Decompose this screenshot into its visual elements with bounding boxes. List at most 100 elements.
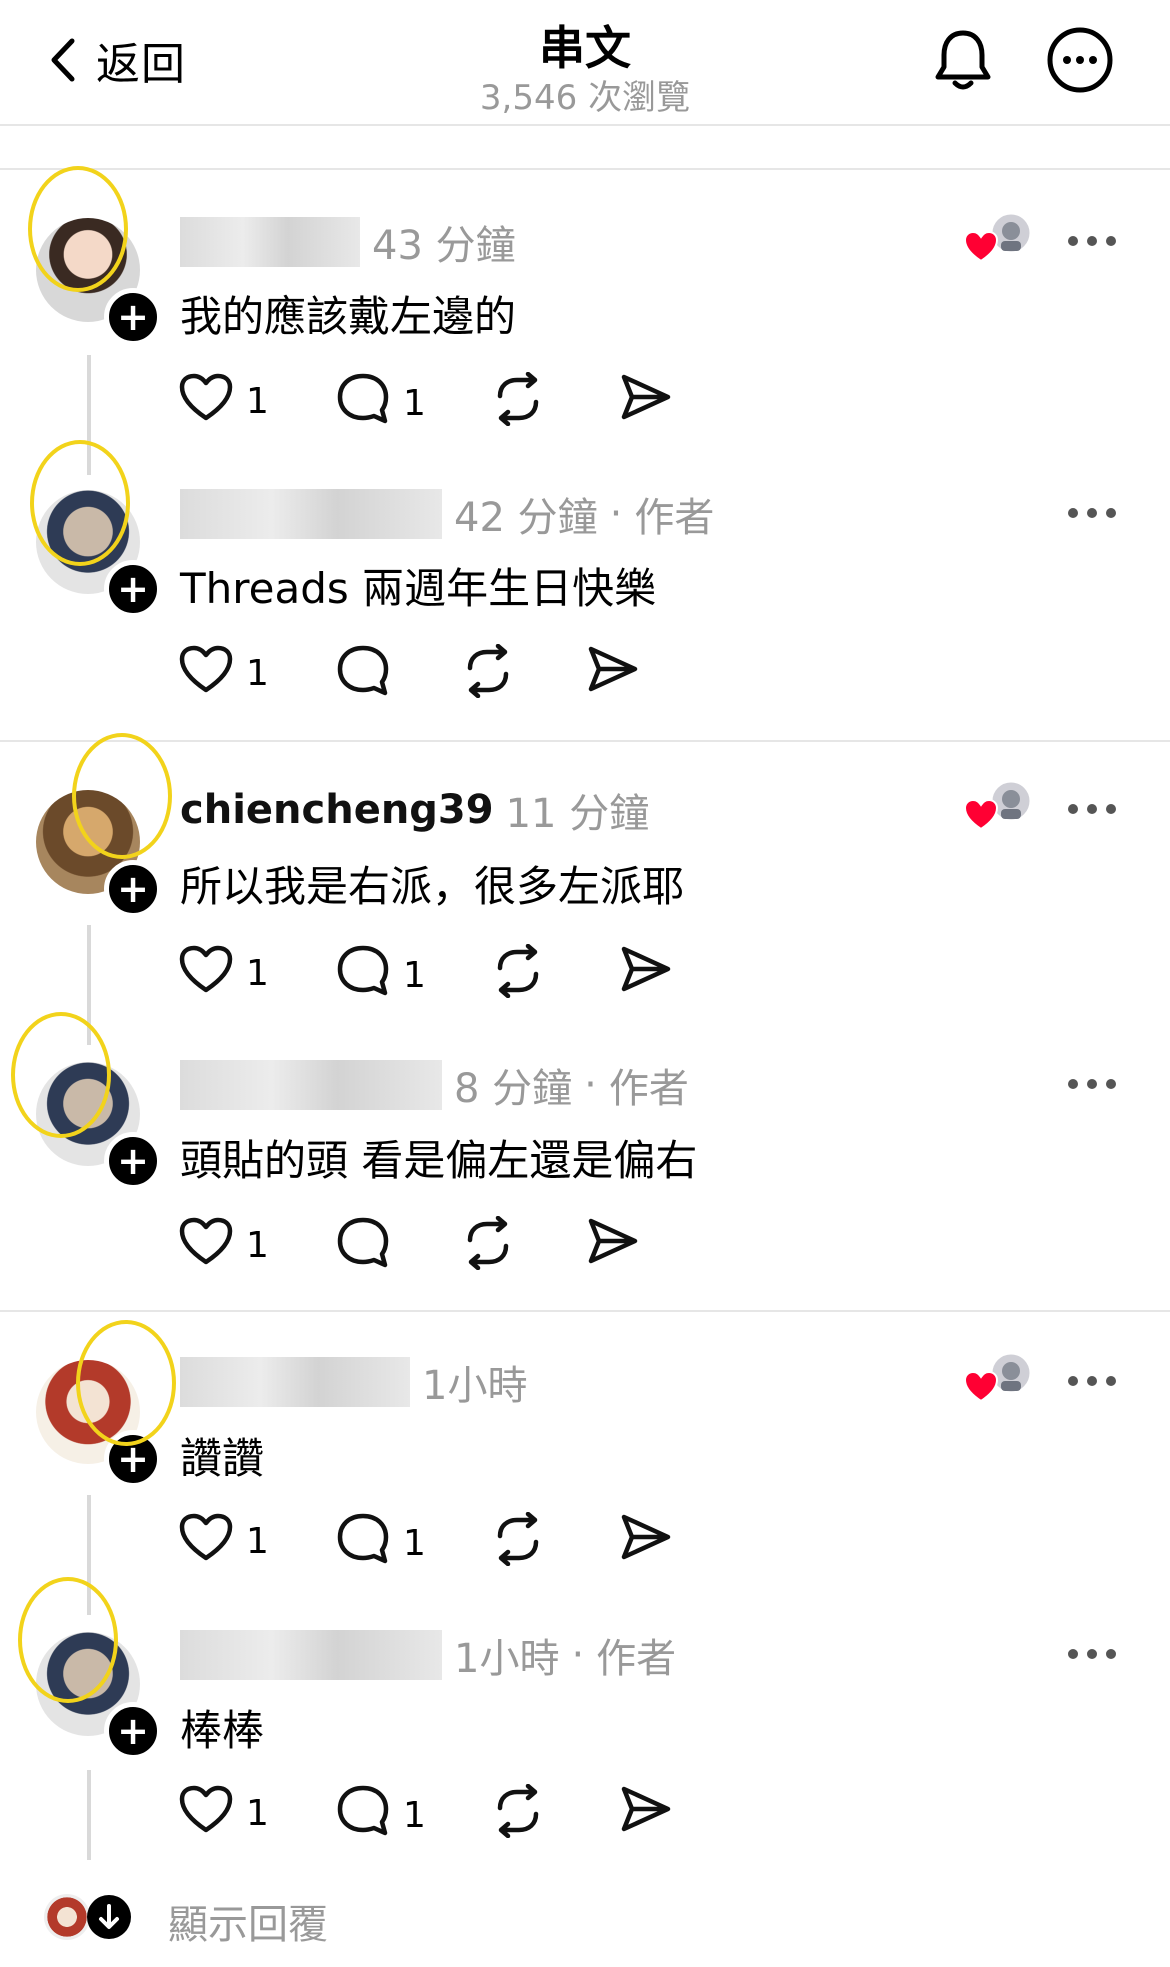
like-button[interactable]: 1 — [178, 644, 269, 703]
repost-button[interactable] — [490, 371, 546, 435]
comment-icon — [335, 944, 391, 1007]
comment-header: chiencheng39 11 分鐘 — [180, 785, 649, 837]
more-dots-icon[interactable] — [1068, 1644, 1124, 1664]
author-tag-sep: · — [584, 1062, 597, 1108]
like-count: 1 — [246, 1225, 269, 1266]
party-hat-sticker — [28, 166, 128, 292]
comment-icon — [335, 1216, 391, 1279]
comment-icon — [335, 1512, 391, 1575]
comment-text: Threads 兩週年生日快樂 — [180, 564, 657, 613]
send-icon — [618, 1784, 674, 1843]
like-count: 1 — [246, 1521, 269, 1562]
avatar[interactable]: + — [36, 1320, 176, 1488]
send-icon — [618, 1512, 674, 1571]
comment-icon — [335, 372, 391, 435]
repost-button[interactable] — [490, 1511, 546, 1575]
timestamp: 1小時 — [454, 1636, 560, 1682]
reply-button[interactable]: 1 — [335, 1784, 426, 1847]
timestamp: 1小時 — [422, 1363, 528, 1409]
plus-icon[interactable]: + — [104, 1702, 162, 1760]
party-hat-sticker — [11, 1012, 111, 1138]
send-icon — [585, 1216, 641, 1275]
avatar[interactable]: + — [30, 440, 162, 618]
repost-button[interactable] — [490, 943, 546, 1007]
avatar[interactable]: + — [18, 1577, 162, 1760]
heart-icon — [178, 644, 234, 703]
username[interactable]: chiencheng39 — [180, 787, 494, 833]
comment-text: 棒棒 — [180, 1706, 265, 1755]
bell-icon[interactable] — [928, 25, 998, 95]
heart-icon — [178, 1216, 234, 1275]
send-icon — [618, 944, 674, 1003]
avatar[interactable]: + — [11, 1012, 162, 1190]
share-button[interactable] — [585, 644, 641, 703]
share-button[interactable] — [618, 1512, 674, 1571]
comment-text: 所以我是右派，很多左派耶 — [180, 862, 685, 911]
like-count: 1 — [246, 1793, 269, 1834]
heart-icon — [178, 944, 234, 1003]
repost-button[interactable] — [460, 1215, 516, 1279]
party-hat-sticker — [18, 1577, 118, 1703]
username-redacted — [180, 1630, 442, 1680]
username-redacted — [180, 217, 360, 267]
more-dots-icon[interactable] — [1068, 1074, 1124, 1094]
like-button[interactable]: 1 — [178, 944, 269, 1003]
liked-by-author-icon — [963, 777, 1033, 837]
liked-by-author-icon — [963, 1349, 1033, 1409]
author-tag: 作者 — [596, 1636, 677, 1682]
reply-count: 1 — [403, 955, 426, 996]
like-button[interactable]: 1 — [178, 372, 269, 431]
author-tag: 作者 — [608, 1066, 689, 1112]
party-hat-sticker — [72, 733, 172, 859]
comment-header: 42 分鐘 · 作者 — [180, 489, 714, 541]
heart-icon — [178, 1512, 234, 1571]
like-button[interactable]: 1 — [178, 1784, 269, 1843]
reply-button[interactable]: 1 — [335, 372, 426, 435]
show-replies-link[interactable]: 顯示回覆 — [168, 1892, 328, 1950]
share-button[interactable] — [618, 372, 674, 431]
reply-count: 1 — [403, 1523, 426, 1564]
plus-icon[interactable]: + — [104, 860, 162, 918]
repost-icon — [490, 371, 546, 435]
share-button[interactable] — [585, 1216, 641, 1275]
like-button[interactable]: 1 — [178, 1216, 269, 1275]
repost-icon — [490, 1783, 546, 1847]
reply-avatars — [44, 1892, 134, 1942]
timestamp: 43 分鐘 — [372, 223, 516, 269]
like-count: 1 — [246, 381, 269, 422]
share-button[interactable] — [618, 944, 674, 1003]
more-dots-icon[interactable] — [1068, 231, 1124, 251]
comment-icon — [335, 1784, 391, 1847]
more-dots-icon[interactable] — [1068, 799, 1124, 819]
reply-button[interactable] — [335, 644, 391, 707]
timestamp: 42 分鐘 — [454, 495, 598, 541]
comment-icon — [335, 644, 391, 707]
author-tag: 作者 — [634, 495, 715, 541]
comment-text: 頭貼的頭 看是偏左還是偏右 — [180, 1136, 698, 1185]
like-count: 1 — [246, 953, 269, 994]
comment-text: 讚讚 — [180, 1434, 265, 1483]
plus-icon[interactable]: + — [104, 560, 162, 618]
username-redacted — [180, 489, 442, 539]
comment-header: 43 分鐘 — [180, 217, 516, 269]
reply-button[interactable]: 1 — [335, 1512, 426, 1575]
more-dots-icon[interactable] — [1068, 503, 1124, 523]
plus-icon[interactable]: + — [104, 288, 162, 346]
reply-count: 1 — [403, 1795, 426, 1836]
reply-button[interactable] — [335, 1216, 391, 1279]
repost-button[interactable] — [460, 643, 516, 707]
avatar[interactable]: + — [36, 733, 172, 918]
heart-icon — [178, 1784, 234, 1843]
like-button[interactable]: 1 — [178, 1512, 269, 1571]
send-icon — [618, 372, 674, 431]
more-dots-icon[interactable] — [1068, 1371, 1124, 1391]
share-button[interactable] — [618, 1784, 674, 1843]
plus-icon[interactable]: + — [104, 1132, 162, 1190]
repost-button[interactable] — [490, 1783, 546, 1847]
thread-line — [87, 1770, 91, 1860]
more-circle-icon[interactable] — [1045, 25, 1115, 95]
avatar[interactable]: + — [28, 166, 162, 346]
reply-button[interactable]: 1 — [335, 944, 426, 1007]
repost-icon — [460, 643, 516, 707]
username-redacted — [180, 1060, 442, 1110]
